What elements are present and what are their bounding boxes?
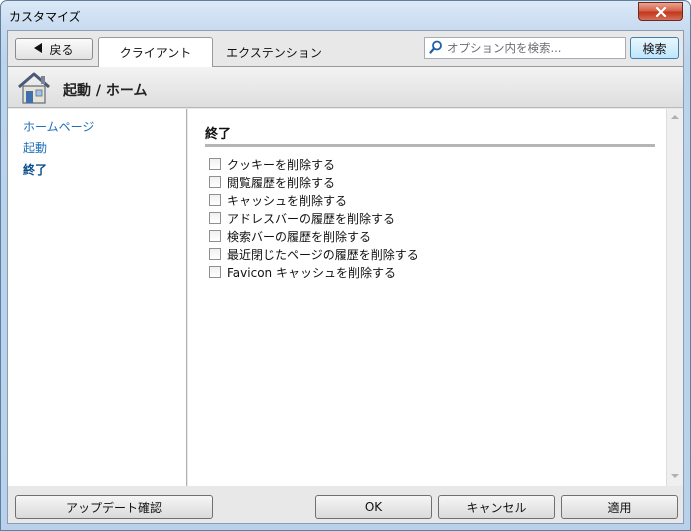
checkbox-history[interactable] [209,176,221,188]
update-check-button[interactable]: アップデート確認 [15,495,213,519]
search-button-label: 検索 [642,41,667,56]
checkbox-search-bar[interactable] [209,230,221,242]
checkbox-label: アドレスバーの履歴を削除する [227,211,396,226]
checkbox-label: Favicon キャッシュを削除する [227,265,396,280]
scroll-down-icon[interactable] [671,474,679,478]
content-panel: 終了 クッキーを削除する 閲覧履歴を削除する キャッシュを削除する アドレスバー… [188,109,666,486]
close-button[interactable] [638,2,683,21]
search-icon [429,40,443,57]
client-area: 戻る クライアント エクステンション 検索 [7,30,684,524]
back-button-label: 戻る [49,42,74,57]
section-divider [205,144,655,147]
checkbox-label: クッキーを削除する [227,157,336,172]
tab-client[interactable]: クライアント [98,37,213,67]
checkbox-label: 閲覧履歴を削除する [227,175,336,190]
checkbox-row-history[interactable]: 閲覧履歴を削除する [209,174,335,190]
search-button[interactable]: 検索 [630,37,679,59]
page-header: 起動 / ホーム [8,66,683,108]
checkbox-favicon[interactable] [209,266,221,278]
customize-window: カスタマイズ 戻る クライアント エクステンション 検索 [0,0,691,531]
close-icon [655,6,667,17]
window-title: カスタマイズ [9,10,81,24]
checkbox-label: 最近閉じたページの履歴を削除する [227,247,419,262]
checkbox-row-closed-pages[interactable]: 最近閉じたページの履歴を削除する [209,246,419,262]
section-title: 終了 [205,127,232,142]
vertical-scrollbar[interactable] [666,109,683,486]
ok-label: OK [364,500,383,514]
checkbox-label: キャッシュを削除する [227,193,348,208]
checkbox-label: 検索バーの履歴を削除する [227,229,372,244]
back-button[interactable]: 戻る [15,38,93,60]
sidebar: ホームページ 起動 終了 [8,109,187,486]
checkbox-closed-pages[interactable] [209,248,221,260]
checkbox-cache[interactable] [209,194,221,206]
checkbox-address-bar[interactable] [209,212,221,224]
search-input[interactable] [447,41,625,55]
search-box[interactable] [424,37,626,59]
sidebar-item-exit[interactable]: 終了 [23,161,47,178]
checkbox-row-search-bar[interactable]: 検索バーの履歴を削除する [209,228,371,244]
checkbox-row-favicon[interactable]: Favicon キャッシュを削除する [209,264,396,280]
checkbox-row-cache[interactable]: キャッシュを削除する [209,192,347,208]
checkbox-row-cookies[interactable]: クッキーを削除する [209,156,335,172]
apply-label: 適用 [607,500,632,515]
apply-button[interactable]: 適用 [561,495,678,519]
scroll-up-icon[interactable] [671,115,679,119]
cancel-label: キャンセル [466,500,527,515]
update-check-label: アップデート確認 [65,500,162,515]
page-title: 起動 / ホーム [63,83,148,99]
home-icon [16,71,52,108]
title-bar[interactable]: カスタマイズ [1,1,690,31]
checkbox-row-address-bar[interactable]: アドレスバーの履歴を削除する [209,210,395,226]
ok-button[interactable]: OK [315,495,432,519]
tab-extension[interactable]: エクステンション [218,37,330,67]
sidebar-item-homepage[interactable]: ホームページ [23,118,94,135]
sidebar-item-startup[interactable]: 起動 [23,139,47,156]
cancel-button[interactable]: キャンセル [438,495,555,519]
back-arrow-icon [34,42,43,56]
tab-client-label: クライアント [119,46,192,60]
tab-extension-label: エクステンション [226,45,322,60]
checkbox-cookies[interactable] [209,158,221,170]
